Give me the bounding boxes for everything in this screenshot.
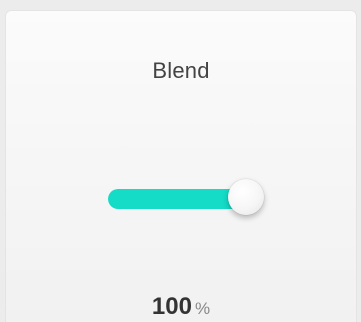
blend-label: Blend [152,58,210,83]
blend-value: 100 [151,293,192,320]
slider-track[interactable] [108,189,248,209]
slider-thumb[interactable] [228,179,264,215]
blend-value-readout: 100% [6,293,356,321]
blend-unit: % [194,299,211,318]
slider-fill [108,189,248,209]
blend-slider[interactable] [108,177,264,221]
blend-control-panel: Blend 100% [5,10,357,322]
